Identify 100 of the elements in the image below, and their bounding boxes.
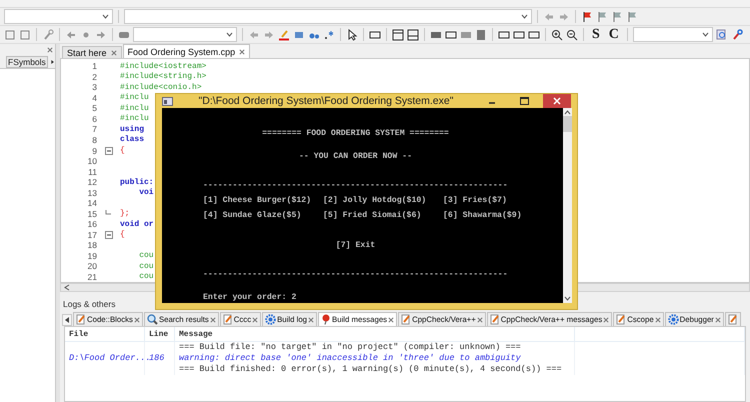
toolbar-letter[interactable]: S [589,26,603,42]
arrow-left-icon[interactable] [248,28,260,40]
line-number: 16 [86,219,97,230]
code-line: #include<string.h> [120,72,206,82]
line-number: 10 [86,156,97,166]
wrench-icon[interactable] [42,28,54,40]
close-icon[interactable] [210,316,216,322]
frame-icon[interactable] [498,28,510,40]
pin-icon [321,314,332,325]
arrow-left-icon[interactable] [543,10,555,22]
close-icon [553,97,561,105]
arrow-right-icon[interactable] [558,10,570,22]
search-icon [146,314,158,325]
line-number: 20 [86,261,97,272]
console-text: ======== FOOD ORDERING SYSTEM ======== [261,129,450,139]
fold-marker-icon[interactable] [104,146,112,155]
frame-icon[interactable] [528,28,540,40]
line-number: 3 [91,82,97,92]
close-icon[interactable] [239,48,246,54]
close-button[interactable] [543,94,571,108]
close-icon[interactable] [308,316,314,322]
window-icon[interactable] [407,28,419,40]
code-line: }; [120,209,130,218]
column-header: Line [145,327,175,342]
scroll-down-icon[interactable] [564,296,571,301]
frame-icon[interactable] [513,28,525,40]
line-number: 12 [86,177,97,188]
close-icon[interactable] [252,316,258,322]
zoom-out-icon[interactable] [566,28,578,40]
line-number: 15 [86,208,97,219]
code-line: class [120,135,144,144]
close-icon[interactable] [47,47,53,53]
panel-title: Logs & others [63,299,116,309]
cursor-icon[interactable] [346,28,358,40]
caret-icon[interactable] [702,32,709,37]
console-icon [162,96,173,106]
close-icon[interactable] [134,316,140,322]
menu-option: [5] Fried Siomai($6) [323,211,443,221]
scroll-left-button[interactable] [62,314,72,326]
arrow-right-icon[interactable] [95,28,107,40]
highlighter-icon[interactable] [278,28,290,40]
search-icon[interactable] [716,28,728,40]
close-icon[interactable] [654,316,661,322]
line-number: 7 [91,124,97,134]
code-line: #include<iostream> [120,62,206,71]
symbols-tab[interactable]: FSymbols [6,56,48,68]
regex-icon[interactable] [323,28,335,40]
zoom-in-icon[interactable] [551,28,563,40]
arrow-left-icon[interactable] [65,28,77,40]
editor-tab[interactable]: Food Ordering System.cpp [122,44,250,58]
code-line: { [120,146,125,156]
close-icon[interactable] [603,316,610,322]
code-line: #inclu [120,114,149,124]
code-line: #include<conio.h> [120,82,202,92]
caret-icon[interactable] [226,32,233,37]
code-line: cou [138,272,154,282]
scroll-left-icon[interactable] [64,284,70,291]
gear-icon [668,314,679,325]
column-header: Message [175,327,575,342]
line-number: 21 [86,272,97,282]
log-message: === Build file: "no target" in "no project" (compiler: unknown) === [175,342,575,353]
document-icon[interactable] [19,28,31,40]
editor-tab[interactable]: Start here [62,46,122,58]
close-icon[interactable] [714,316,721,322]
fold-marker-icon[interactable] [104,230,112,239]
arrow-right-icon[interactable] [263,28,275,40]
line-number: 17 [86,230,97,240]
menu-option: [3] Fries($7) [443,196,563,206]
document-icon[interactable] [4,28,16,40]
console-text: [7] Exit [334,241,376,251]
close-icon[interactable] [388,316,394,322]
caret-icon[interactable] [521,14,528,19]
column-header: File [65,327,145,342]
scroll-up-icon[interactable] [564,110,571,115]
wrench-icon[interactable] [730,28,743,40]
close-icon[interactable] [476,316,483,322]
log-tab[interactable] [724,312,741,326]
flag-icon[interactable] [581,10,593,22]
code-line: cou [138,251,154,260]
gear-icon [265,314,276,325]
code-line: #inclu [120,104,149,113]
line-number: 18 [86,240,97,250]
caret-icon [64,317,70,323]
line-number: 2 [91,72,97,82]
scroll-thumb[interactable] [563,116,572,132]
caret-icon[interactable] [102,14,109,19]
line-number: 4 [91,92,97,103]
code-line: public: [120,178,154,187]
code-line: void or [120,220,154,229]
line-number: 14 [86,198,97,208]
line-number: 19 [86,250,97,261]
rectangle-icon[interactable] [369,28,381,40]
toolbar-letter[interactable]: C [606,26,622,42]
window-title: "D:\Food Ordering System\Food Ordering System.exe" [198,95,454,107]
close-icon[interactable] [110,50,117,56]
console-prompt: Enter your order: 2 [203,293,298,303]
line-number: 8 [91,134,97,145]
maximize-icon [520,97,528,105]
window-icon[interactable] [392,28,404,40]
console-rule: -------------------------------------------------------------- [203,181,508,191]
